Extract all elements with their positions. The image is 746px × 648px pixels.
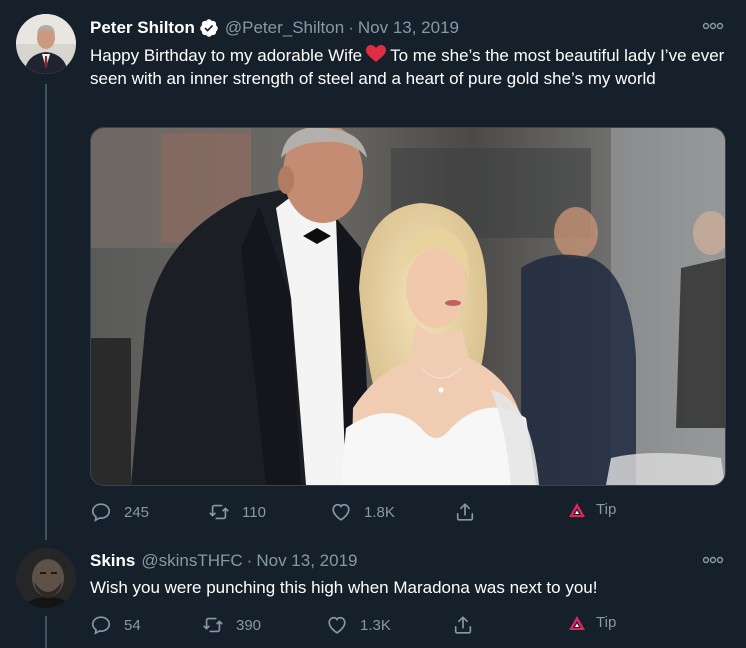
tip-icon xyxy=(569,502,585,517)
tip-label: Tip xyxy=(596,614,617,631)
reply-count: 54 xyxy=(124,616,141,634)
retweet-icon xyxy=(209,504,229,520)
tweet-header: Peter Shilton @Peter_Shilton · Nov 13, 2… xyxy=(90,18,459,38)
tweet-time[interactable]: Nov 13, 2019 xyxy=(256,551,357,571)
avatar-skins[interactable] xyxy=(16,548,76,608)
tweet-text: Wish you were punching this high when Ma… xyxy=(90,578,598,597)
reply-icon xyxy=(91,503,111,522)
tweet-photo[interactable] xyxy=(90,127,726,486)
like-icon xyxy=(328,616,346,634)
share-button[interactable] xyxy=(454,501,488,523)
like-count: 1.8K xyxy=(364,503,395,521)
like-count: 1.3K xyxy=(360,616,391,634)
more-options-icon[interactable] xyxy=(702,21,724,31)
tweet-text: Happy Birthday to my adorable Wife To me … xyxy=(90,44,726,90)
like-icon xyxy=(332,503,350,521)
reply-button[interactable]: 54 xyxy=(90,614,141,636)
tweet-peter-shilton[interactable]: Peter Shilton @Peter_Shilton · Nov 13, 2… xyxy=(0,0,746,540)
retweet-count: 390 xyxy=(236,616,262,634)
tip-icon xyxy=(569,615,585,630)
author-name[interactable]: Skins xyxy=(90,551,135,571)
tweet-actions: 245 110 1.8K Tip xyxy=(90,501,710,525)
retweet-button[interactable]: 110 xyxy=(208,501,266,523)
more-options-icon[interactable] xyxy=(702,555,724,565)
tweet-header: Skins @skinsTHFC · Nov 13, 2019 xyxy=(90,551,357,571)
avatar-peter-shilton[interactable] xyxy=(16,14,76,74)
reply-count: 245 xyxy=(124,503,150,521)
author-handle[interactable]: @Peter_Shilton xyxy=(225,18,344,38)
like-button[interactable]: 1.3K xyxy=(326,614,391,636)
tweet-time[interactable]: Nov 13, 2019 xyxy=(358,18,459,38)
reply-icon xyxy=(91,616,111,635)
reply-button[interactable]: 245 xyxy=(90,501,149,523)
tweet-skins[interactable]: Skins @skinsTHFC · Nov 13, 2019 Wish you… xyxy=(0,540,746,648)
photo-couple-image xyxy=(91,128,725,485)
author-handle[interactable]: @skinsTHFC xyxy=(141,551,242,571)
share-icon xyxy=(454,616,472,634)
tip-button[interactable]: Tip xyxy=(568,501,616,518)
retweet-count: 110 xyxy=(242,503,266,521)
tweet-text-part-1: Happy Birthday to my adorable Wife xyxy=(90,46,363,65)
separator-dot: · xyxy=(348,18,354,37)
retweet-button[interactable]: 390 xyxy=(202,614,261,636)
tip-button[interactable]: Tip xyxy=(568,614,616,631)
like-button[interactable]: 1.8K xyxy=(330,501,395,523)
separator-dot: · xyxy=(246,551,253,570)
verified-badge-icon xyxy=(200,19,218,37)
author-name[interactable]: Peter Shilton xyxy=(90,18,195,38)
red-heart-emoji-icon xyxy=(366,45,387,62)
thread-line-continuation xyxy=(45,616,47,648)
thread-line xyxy=(45,84,47,540)
tweet-actions: 54 390 1.3K Tip xyxy=(90,614,710,638)
share-button[interactable] xyxy=(452,614,486,636)
share-icon xyxy=(456,503,474,521)
retweet-icon xyxy=(203,617,223,633)
tip-label: Tip xyxy=(596,501,617,518)
